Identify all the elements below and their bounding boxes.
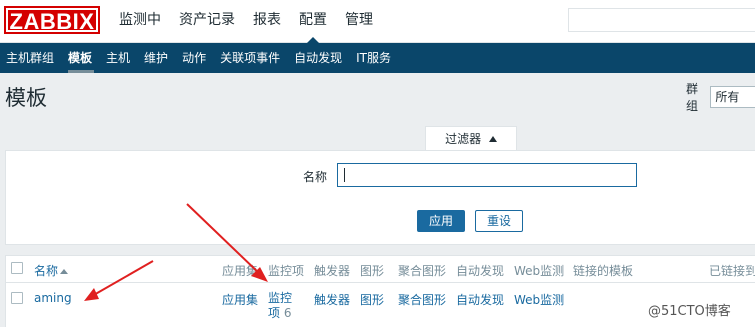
row-checkbox[interactable] [11,292,23,304]
reset-button[interactable]: 重设 [475,210,523,232]
column-header-applications: 应用集 [222,264,259,278]
select-all-checkbox[interactable] [11,262,23,274]
triggers-link[interactable]: 触发器 [314,291,350,308]
sub-nav-maintenance[interactable]: 维护 [138,43,176,73]
sub-nav-discovery[interactable]: 自动发现 [288,43,350,73]
column-header-linked-templates: 链接的模板 [573,264,634,278]
column-header-triggers: 触发器 [314,264,351,278]
items-link-label-2: 项 6 [268,306,292,321]
zabbix-logo[interactable]: ZABBIX [4,6,100,34]
filter-tab[interactable]: 过滤器 [425,126,517,151]
screens-link[interactable]: 聚合图形 [398,291,446,308]
items-link-label: 监控 [268,291,293,305]
column-header-discovery: 自动发现 [456,264,505,278]
column-header-name-label: 名称 [34,264,59,278]
items-count: 6 [283,306,292,320]
page-title: 模板 [5,86,47,110]
column-header-name[interactable]: 名称 [34,262,69,279]
caret-up-icon [488,136,497,142]
main-nav-reports[interactable]: 报表 [244,0,290,43]
group-filter: 群组 所有 [686,82,755,113]
sub-nav-host-groups[interactable]: 主机群组 [0,43,62,73]
column-header-screens: 聚合图形 [398,264,447,278]
apply-button[interactable]: 应用 [417,210,465,232]
column-header-web: Web监测 [514,264,565,278]
watermark: @51CTO博客 [648,304,731,319]
main-nav: 监测中 资产记录 报表 配置 管理 [110,0,382,44]
sub-nav-templates[interactable]: 模板 [62,43,100,73]
web-link[interactable]: Web监测 [514,291,564,308]
header-separator [5,282,755,283]
sub-nav-correlation[interactable]: 关联项事件 [214,43,288,73]
group-filter-label: 群组 [686,82,699,113]
sub-nav-it-services[interactable]: IT服务 [350,43,399,73]
main-nav-monitoring[interactable]: 监测中 [110,0,170,43]
group-select[interactable]: 所有 [710,86,755,108]
graphs-link[interactable]: 图形 [360,291,384,308]
items-link[interactable]: 监控 项 6 [268,291,292,321]
column-header-graphs: 图形 [360,264,385,278]
applications-link[interactable]: 应用集 [222,291,258,308]
column-header-items: 监控项 [268,264,305,278]
column-header-linked-to: 已链接到 [709,264,755,278]
sub-nav-hosts[interactable]: 主机 [100,43,138,73]
main-nav-configuration[interactable]: 配置 [290,0,336,44]
sub-nav: 主机群组 模板 主机 维护 动作 关联项事件 自动发现 IT服务 [0,43,755,73]
items-link-label-end: 项 [268,306,281,320]
top-bar: ZABBIX 监测中 资产记录 报表 配置 管理 [0,0,755,44]
text-cursor [344,168,345,182]
main-nav-inventory[interactable]: 资产记录 [170,0,244,43]
main-nav-administration[interactable]: 管理 [336,0,382,43]
sort-asc-icon [60,269,69,274]
filter-name-input[interactable] [337,163,637,187]
template-name-link[interactable]: aming [34,291,72,305]
filter-tab-label: 过滤器 [445,132,482,146]
sub-nav-actions[interactable]: 动作 [176,43,214,73]
filter-name-label: 名称 [303,170,328,184]
global-search-input[interactable] [568,8,755,32]
discovery-link[interactable]: 自动发现 [456,291,504,308]
